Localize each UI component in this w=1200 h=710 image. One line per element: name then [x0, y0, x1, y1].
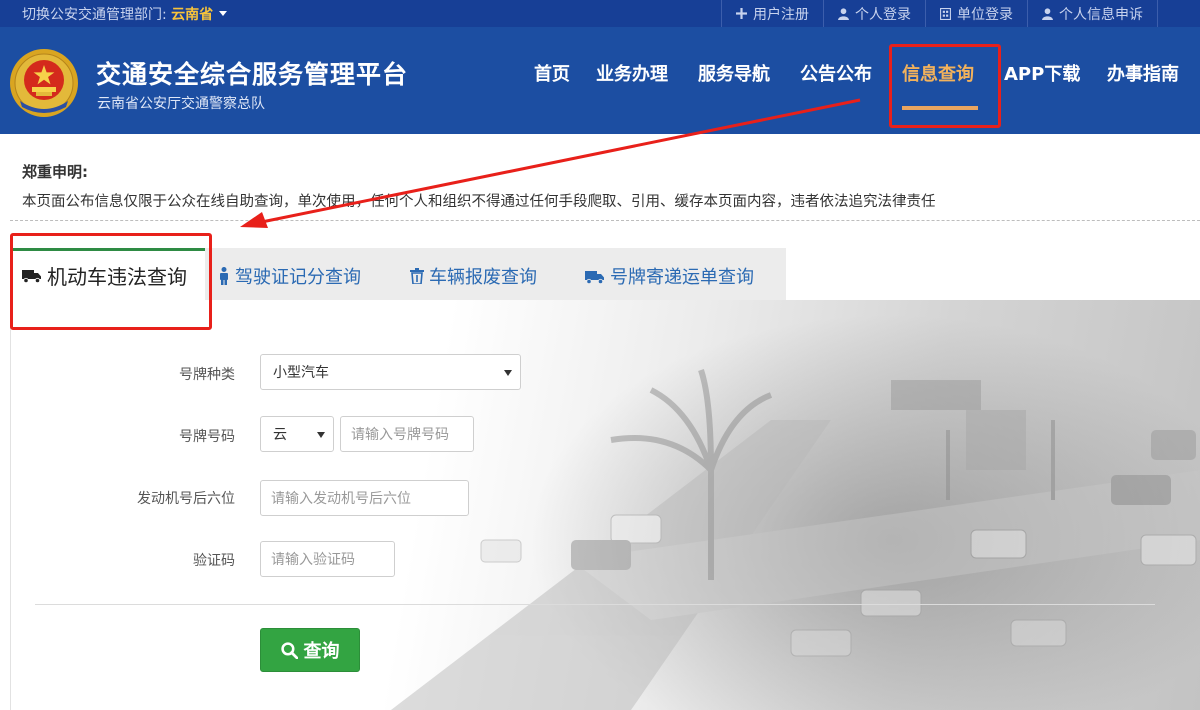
annotation-arrow-icon: [240, 98, 861, 228]
